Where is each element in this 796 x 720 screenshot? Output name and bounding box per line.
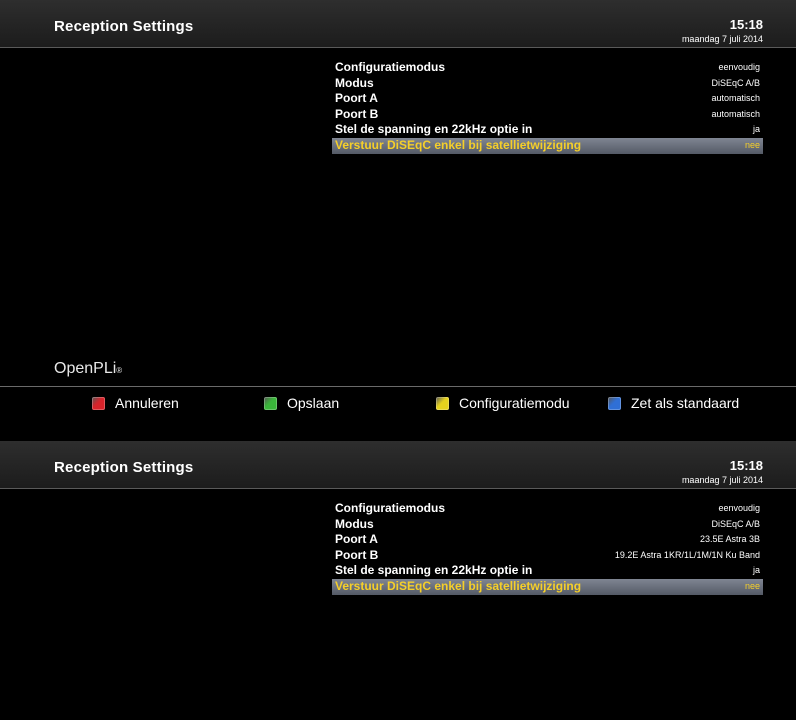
- setting-value: ja: [752, 565, 760, 576]
- logo-text: OpenPLi: [54, 360, 117, 377]
- setting-value: ja: [752, 124, 760, 135]
- setting-label: Poort A: [335, 532, 378, 547]
- setting-value: DiSEqC A/B: [711, 77, 760, 88]
- setting-diseqc-satellietwijziging-selected[interactable]: Verstuur DiSEqC enkel bij satellietwijzi…: [332, 137, 763, 154]
- setting-value: automatisch: [711, 108, 760, 119]
- setting-value: DiSEqC A/B: [711, 518, 760, 529]
- setting-value: 23.5E Astra 3B: [699, 534, 760, 545]
- setting-poort-a[interactable]: Poort A 23.5E Astra 3B: [332, 532, 763, 548]
- button-label: Annuleren: [115, 395, 179, 411]
- clock-time: 15:18: [729, 17, 763, 32]
- header-bar: Reception Settings 15:18 maandag 7 juli …: [0, 0, 796, 48]
- openpli-logo: OpenPLi®: [54, 360, 122, 378]
- green-button-opslaan[interactable]: Opslaan: [264, 395, 339, 411]
- setting-label: Poort A: [335, 91, 378, 106]
- setting-spanning-22khz[interactable]: Stel de spanning en 22kHz optie in ja: [332, 122, 763, 138]
- setting-poort-b[interactable]: Poort B automatisch: [332, 107, 763, 123]
- blue-key-icon: [608, 396, 621, 410]
- button-label: Opslaan: [287, 395, 340, 411]
- button-label: Zet als standaard: [631, 395, 740, 411]
- clock-date: maandag 7 juli 2014: [681, 34, 763, 44]
- setting-label: Poort B: [335, 547, 379, 562]
- color-button-bar: Annuleren Opslaan Configuratiemodu Zet a…: [0, 386, 796, 420]
- blue-button-zet-als-standaard[interactable]: Zet als standaard: [608, 395, 739, 411]
- setting-diseqc-satellietwijziging-selected[interactable]: Verstuur DiSEqC enkel bij satellietwijzi…: [332, 578, 763, 595]
- yellow-button-configuratiemodus[interactable]: Configuratiemodu: [436, 395, 570, 411]
- setting-label: Verstuur DiSEqC enkel bij satellietwijzi…: [335, 578, 582, 593]
- setting-label: Configuratiemodus: [335, 60, 445, 74]
- setting-configuratiemodus[interactable]: Configuratiemodus eenvoudig: [332, 60, 763, 76]
- setting-configuratiemodus[interactable]: Configuratiemodus eenvoudig: [332, 501, 763, 517]
- button-label: Configuratiemodu: [459, 395, 570, 411]
- setting-modus[interactable]: Modus DiSEqC A/B: [332, 517, 763, 533]
- screen-top: Reception Settings 15:18 maandag 7 juli …: [0, 0, 796, 386]
- setting-label: Modus: [335, 516, 374, 531]
- settings-list: Configuratiemodus eenvoudig Modus DiSEqC…: [332, 501, 763, 595]
- setting-value: nee: [744, 139, 760, 150]
- setting-label: Stel de spanning en 22kHz optie in: [335, 122, 533, 137]
- green-key-icon: [264, 396, 277, 410]
- yellow-key-icon: [436, 396, 449, 410]
- setting-spanning-22khz[interactable]: Stel de spanning en 22kHz optie in ja: [332, 563, 763, 579]
- logo-trademark: ®: [116, 366, 123, 375]
- page-title: Reception Settings: [54, 18, 194, 35]
- setting-label: Verstuur DiSEqC enkel bij satellietwijzi…: [335, 137, 582, 152]
- setting-label: Stel de spanning en 22kHz optie in: [335, 563, 533, 578]
- setting-value: 19.2E Astra 1KR/1L/1M/1N Ku Band: [614, 549, 760, 560]
- settings-list: Configuratiemodus eenvoudig Modus DiSEqC…: [332, 60, 763, 154]
- setting-modus[interactable]: Modus DiSEqC A/B: [332, 76, 763, 92]
- setting-value: eenvoudig: [718, 62, 760, 72]
- setting-value: nee: [744, 580, 760, 591]
- setting-label: Modus: [335, 75, 374, 90]
- page-title: Reception Settings: [54, 459, 194, 476]
- setting-poort-b[interactable]: Poort B 19.2E Astra 1KR/1L/1M/1N Ku Band: [332, 548, 763, 564]
- clock-time: 15:18: [729, 458, 763, 473]
- setting-poort-a[interactable]: Poort A automatisch: [332, 91, 763, 107]
- header-bar: Reception Settings 15:18 maandag 7 juli …: [0, 441, 796, 489]
- setting-label: Configuratiemodus: [335, 501, 445, 515]
- screen-bottom: Reception Settings 15:18 maandag 7 juli …: [0, 441, 796, 720]
- setting-label: Poort B: [335, 106, 379, 121]
- clock-date: maandag 7 juli 2014: [681, 475, 763, 485]
- red-key-icon: [92, 396, 105, 410]
- red-button-annuleren[interactable]: Annuleren: [92, 395, 179, 411]
- setting-value: eenvoudig: [718, 503, 760, 513]
- setting-value: automatisch: [711, 93, 760, 104]
